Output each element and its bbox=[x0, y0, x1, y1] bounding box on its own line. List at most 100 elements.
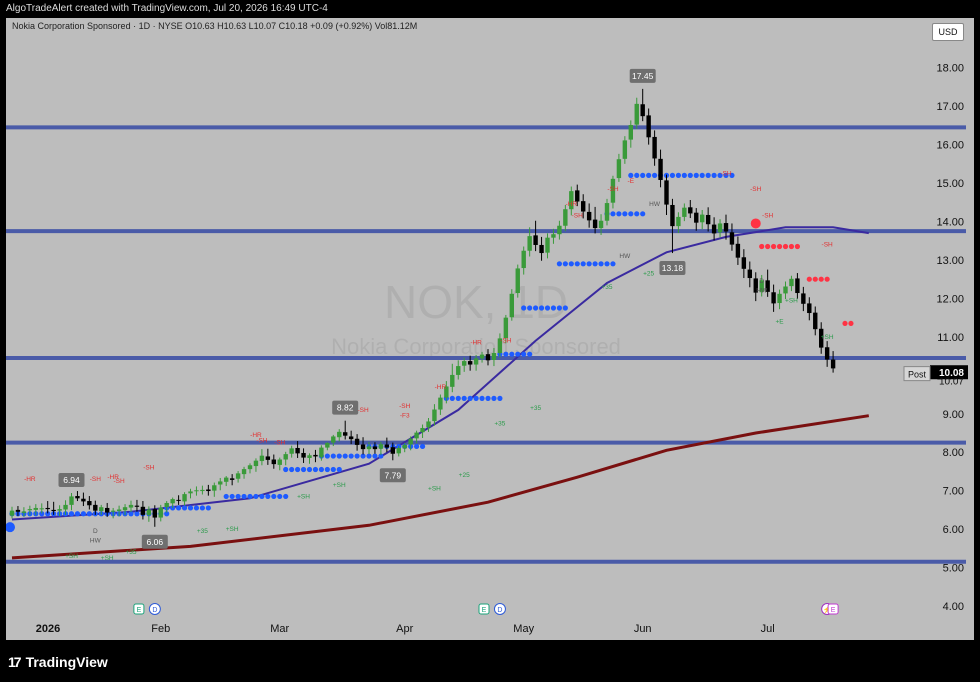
signal-marker: -SH bbox=[113, 478, 125, 485]
candle-body bbox=[789, 278, 794, 287]
signal-marker: -HR bbox=[566, 201, 578, 208]
tradingview-logo[interactable]: 17 TradingView bbox=[8, 654, 108, 670]
candle-body bbox=[557, 225, 562, 235]
candle-body bbox=[807, 303, 812, 314]
tradingview-mark-icon: 17 bbox=[8, 654, 22, 670]
candle-body bbox=[372, 446, 378, 450]
blue-signal-dot bbox=[669, 172, 676, 178]
candle-body bbox=[110, 510, 116, 512]
signal-marker: -SH bbox=[143, 465, 155, 472]
chart-panel[interactable]: NOK, 1D Nokia Corporation Sponsored 4.00 5.… bbox=[6, 18, 974, 640]
candle-body bbox=[747, 269, 752, 279]
blue-signal-dot bbox=[604, 261, 610, 267]
exit-signal-dot bbox=[750, 218, 761, 229]
candle-body bbox=[354, 438, 360, 445]
red-signal-dot bbox=[794, 243, 801, 250]
candle-body bbox=[51, 509, 56, 512]
candle-body bbox=[99, 507, 104, 512]
blue-signal-dot bbox=[80, 511, 86, 517]
candle-body bbox=[224, 477, 229, 482]
candle-body bbox=[438, 397, 443, 410]
blue-signal-dot bbox=[283, 493, 289, 500]
y-tick-label: 4.00 bbox=[943, 601, 964, 613]
candle-body bbox=[515, 268, 520, 294]
candle-body bbox=[337, 431, 342, 438]
blue-signal-dot bbox=[616, 211, 622, 217]
red-signal-dot bbox=[818, 276, 824, 282]
blue-signal-dot bbox=[652, 172, 658, 178]
blue-signal-dot bbox=[414, 443, 420, 450]
blue-signal-dot bbox=[455, 395, 461, 401]
signal-marker: +35 bbox=[125, 549, 136, 556]
y-tick-label: 12.00 bbox=[936, 293, 964, 305]
candle-body bbox=[105, 507, 110, 513]
blue-signal-dot bbox=[544, 305, 551, 311]
signal-marker: HW bbox=[619, 253, 631, 260]
candle-body bbox=[319, 447, 324, 458]
candle-body bbox=[717, 223, 723, 233]
blue-signal-dot bbox=[187, 505, 194, 511]
signal-marker: -HR bbox=[470, 340, 482, 347]
candle-body bbox=[723, 223, 729, 232]
blue-signal-dot bbox=[336, 453, 342, 459]
candle-body bbox=[682, 207, 687, 217]
candle-body bbox=[473, 358, 479, 365]
signal-marker: -HR bbox=[24, 476, 36, 483]
red-signal-dot bbox=[848, 320, 854, 327]
candle-body bbox=[93, 504, 98, 511]
signal-marker: +SH bbox=[333, 482, 346, 489]
candle-body bbox=[533, 235, 538, 245]
candle-body bbox=[426, 421, 431, 428]
candle-body bbox=[212, 485, 217, 491]
signal-marker: +25 bbox=[459, 472, 470, 479]
candle-body bbox=[670, 204, 675, 227]
candle-body bbox=[229, 478, 235, 480]
candle-body bbox=[307, 455, 312, 458]
blue-signal-dot bbox=[711, 172, 717, 178]
x-tick-label: Jul bbox=[761, 623, 775, 635]
candle-body bbox=[384, 444, 390, 448]
blue-signal-dot bbox=[461, 395, 467, 401]
currency-button[interactable]: USD bbox=[932, 23, 964, 41]
candle-body bbox=[116, 509, 122, 512]
event-icon-glyph: D bbox=[152, 607, 157, 614]
blue-signal-dot bbox=[533, 305, 539, 311]
blue-signal-dot bbox=[681, 172, 687, 178]
candle-body bbox=[259, 455, 265, 462]
blue-signal-dot bbox=[562, 261, 568, 267]
blue-signal-dot bbox=[241, 493, 247, 500]
blue-signal-dot bbox=[640, 172, 646, 178]
blue-signal-dot bbox=[330, 453, 336, 459]
blue-signal-dot bbox=[527, 351, 533, 357]
signal-marker: +35 bbox=[494, 420, 505, 427]
blue-signal-dot bbox=[646, 172, 652, 178]
blue-signal-dot bbox=[586, 261, 592, 267]
candle-body bbox=[705, 214, 711, 225]
signal-marker: -SH bbox=[762, 213, 774, 220]
candle-body bbox=[152, 509, 157, 518]
y-tick-label: 6.00 bbox=[943, 524, 964, 536]
blue-signal-dot bbox=[515, 351, 521, 357]
signal-marker: +35 bbox=[197, 528, 208, 535]
candle-body bbox=[783, 286, 788, 294]
x-tick-label: May bbox=[513, 623, 534, 635]
candle-body bbox=[128, 504, 134, 508]
candle-body bbox=[15, 509, 21, 512]
candle-body bbox=[711, 224, 717, 234]
blue-signal-dot bbox=[473, 395, 479, 401]
blue-signal-dot bbox=[479, 395, 485, 401]
blue-signal-dot bbox=[324, 466, 330, 473]
blue-signal-dot bbox=[193, 505, 200, 511]
blue-signal-dot bbox=[419, 443, 426, 450]
price-callout-label: 8.82 bbox=[337, 403, 354, 413]
blue-signal-dot bbox=[306, 466, 313, 473]
blue-signal-dot bbox=[693, 172, 699, 178]
red-signal-dot bbox=[765, 243, 771, 250]
candle-body bbox=[456, 366, 461, 375]
candle-body bbox=[592, 219, 598, 229]
price-chart[interactable]: NOK, 1DNokia Corporation Sponsored4.005.… bbox=[6, 18, 974, 640]
candle-body bbox=[575, 190, 580, 202]
candle-body bbox=[325, 442, 330, 448]
candle-body bbox=[289, 448, 294, 454]
red-signal-dot bbox=[806, 276, 812, 282]
